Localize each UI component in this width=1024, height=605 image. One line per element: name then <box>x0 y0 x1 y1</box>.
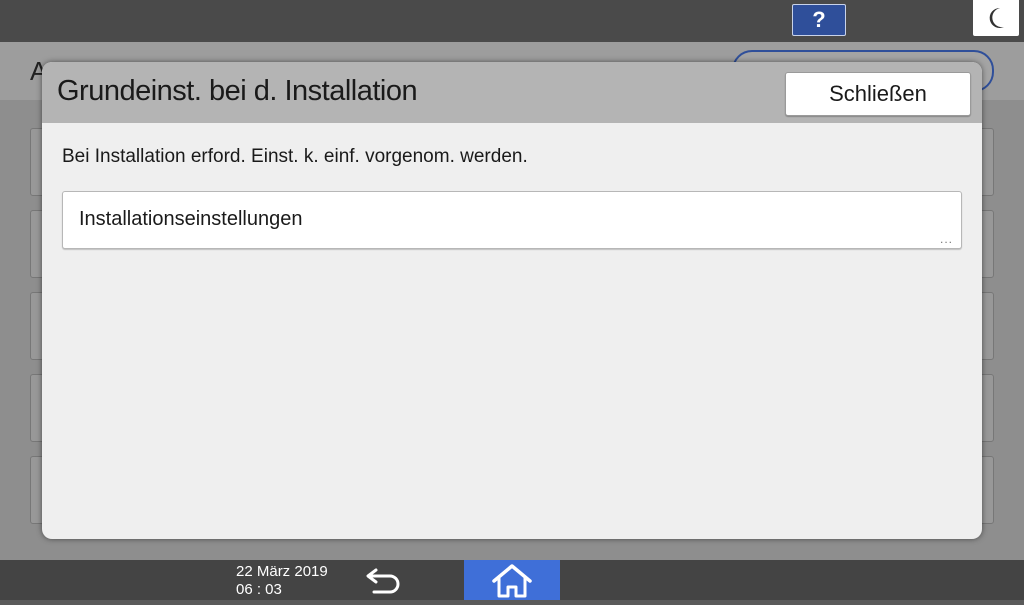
back-button[interactable] <box>360 562 410 598</box>
time-text: 06 : 03 <box>236 581 282 598</box>
back-arrow-icon <box>366 568 400 594</box>
dialog-title: Grundeinst. bei d. Installation <box>57 75 418 107</box>
bottom-bar: 22 März 2019 06 : 03 <box>0 560 1024 600</box>
home-icon <box>492 564 532 598</box>
close-button[interactable]: Schließen <box>785 72 971 116</box>
help-button[interactable]: ? <box>792 4 846 36</box>
top-status-bar: ? <box>0 0 1024 43</box>
date-text: 22 März 2019 <box>236 563 328 580</box>
home-button[interactable] <box>464 560 560 600</box>
moon-icon <box>989 7 1004 28</box>
date-time: 22 März 2019 06 : 03 <box>236 563 328 599</box>
energy-saver-button[interactable] <box>973 0 1019 36</box>
dialog-description: Bei Installation erford. Einst. k. einf.… <box>62 146 528 167</box>
question-icon: ? <box>812 7 826 32</box>
list-item-label: Installationseinstellungen <box>79 208 303 230</box>
installation-settings-dialog: Grundeinst. bei d. Installation Schließe… <box>42 62 982 539</box>
more-icon: ... <box>939 232 953 246</box>
installation-settings-item[interactable]: Installationseinstellungen ... <box>62 191 962 249</box>
dialog-header: Grundeinst. bei d. Installation Schließe… <box>42 62 982 123</box>
